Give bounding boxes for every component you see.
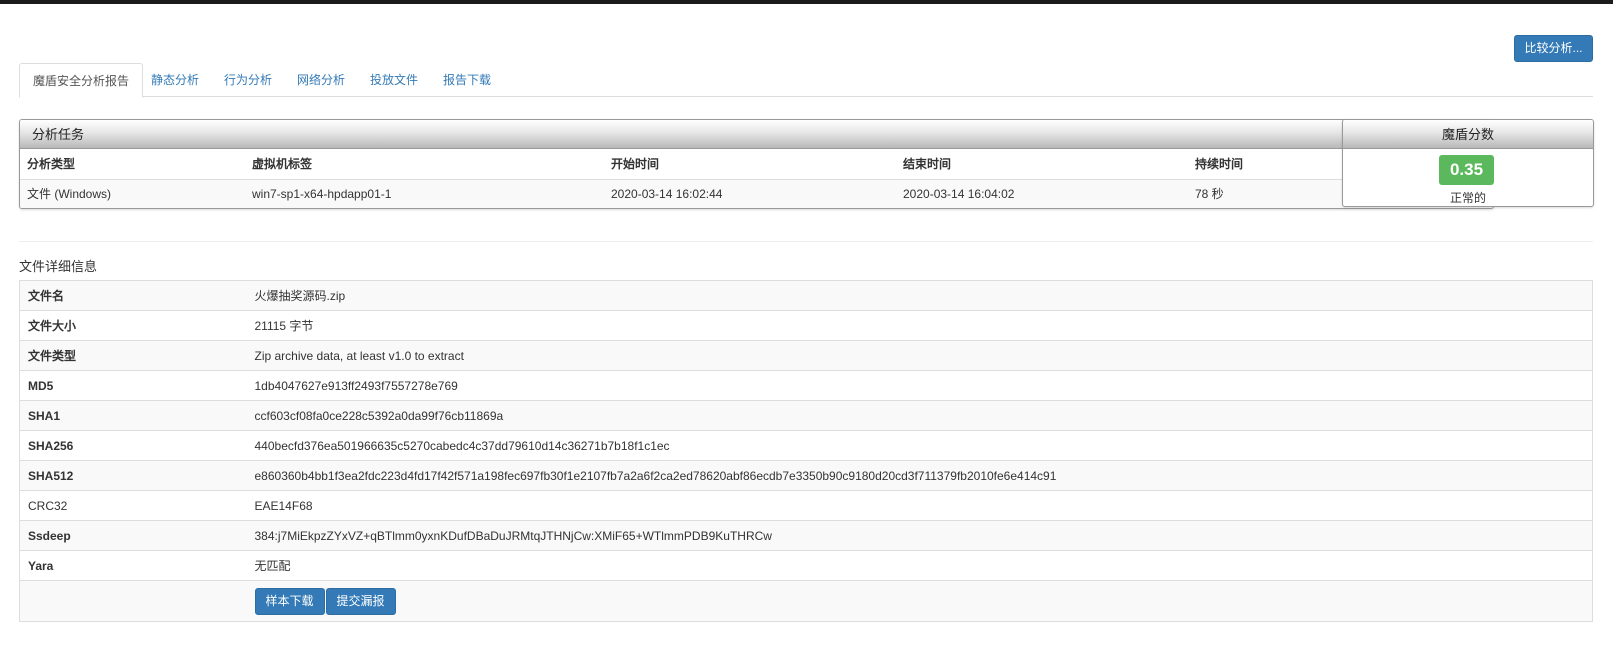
- cell-vm-label: win7-sp1-x64-hpdapp01-1: [245, 179, 604, 208]
- detail-value-filename: 火爆抽奖源码.zip: [253, 280, 1593, 311]
- detail-value-sha512: e860360b4bb1f3ea2fdc223d4fd17f42f571a198…: [253, 460, 1593, 491]
- top-bar: [0, 0, 1613, 4]
- detail-value-sha1: ccf603cf08fa0ce228c5392a0da99f76cb11869a: [253, 400, 1593, 431]
- tab-dropped-files[interactable]: 投放文件: [357, 63, 431, 97]
- report-tabs: 魔盾安全分析报告 静态分析 行为分析 网络分析 投放文件 报告下载: [19, 63, 1593, 98]
- detail-value-md5: 1db4047627e913ff2493f7557278e769: [253, 370, 1593, 401]
- detail-key: 文件名: [19, 280, 254, 311]
- analysis-task-table: 分析类型 虚拟机标签 开始时间 结束时间 持续时间 文件 (Windows) w…: [20, 149, 1493, 208]
- actions-cell: 样本下载 提交漏报: [253, 580, 1593, 622]
- detail-key: SHA256: [19, 430, 254, 461]
- tab-network-analysis[interactable]: 网络分析: [284, 63, 358, 97]
- score-title: 魔盾分数: [1343, 120, 1593, 149]
- table-row: Ssdeep 384:j7MiEkpzZYxVZ+qBTlmm0yxnKDufDB…: [19, 520, 1593, 551]
- table-row: SHA512 e860360b4bb1f3ea2fdc223d4fd17f42f5…: [19, 460, 1593, 491]
- table-row: 文件类型 Zip archive data, at least v1.0 to e…: [19, 340, 1593, 371]
- section-divider: [19, 241, 1593, 242]
- detail-value-sha256: 440becfd376ea501966635c5270cabedc4c37dd7…: [253, 430, 1593, 461]
- cell-end-time: 2020-03-14 16:04:02: [896, 179, 1188, 208]
- table-row: MD5 1db4047627e913ff2493f7557278e769: [19, 370, 1593, 401]
- file-details-table: 文件名 火爆抽奖源码.zip 文件大小 21115 字节 文件类型 Zip archi…: [19, 280, 1593, 622]
- table-row: SHA256 440becfd376ea501966635c5270cabedc4…: [19, 430, 1593, 461]
- detail-key: Yara: [19, 550, 254, 581]
- detail-key: 文件类型: [19, 340, 254, 371]
- detail-value-ssdeep: 384:j7MiEkpzZYxVZ+qBTlmm0yxnKDufDBaDuJRM…: [253, 520, 1593, 551]
- detail-key: CRC32: [19, 490, 254, 521]
- table-row: 文件名 火爆抽奖源码.zip: [19, 280, 1593, 311]
- tab-report[interactable]: 魔盾安全分析报告: [19, 63, 144, 98]
- col-start-time: 开始时间: [604, 149, 896, 180]
- tab-report-download[interactable]: 报告下载: [430, 63, 504, 97]
- col-vm-label: 虚拟机标签: [245, 149, 604, 180]
- tab-static-analysis[interactable]: 静态分析: [138, 63, 212, 97]
- detail-key: SHA1: [19, 400, 254, 431]
- detail-key: SHA512: [19, 460, 254, 491]
- col-end-time: 结束时间: [896, 149, 1188, 180]
- file-details-title: 文件详细信息: [19, 259, 98, 274]
- detail-key: MD5: [19, 370, 254, 401]
- tab-behavior-analysis[interactable]: 行为分析: [211, 63, 285, 97]
- table-row: 文件大小 21115 字节: [19, 310, 1593, 341]
- sample-download-button[interactable]: 样本下载: [254, 587, 325, 615]
- detail-value-crc32: EAE14F68: [253, 490, 1593, 521]
- analysis-task-panel: 分析任务 分析类型 虚拟机标签 开始时间 结束时间 持续时间 文件 (Windo…: [19, 119, 1494, 209]
- col-analysis-type: 分析类型: [20, 149, 245, 180]
- compare-analysis-button[interactable]: 比较分析...: [1514, 35, 1593, 62]
- score-label: 正常的: [1449, 191, 1486, 205]
- detail-key: 文件大小: [19, 310, 254, 341]
- detail-value-filetype: Zip archive data, at least v1.0 to extra…: [253, 340, 1593, 371]
- table-row: SHA1 ccf603cf08fa0ce228c5392a0da99f76cb11…: [19, 400, 1593, 431]
- cell-start-time: 2020-03-14 16:02:44: [604, 179, 896, 208]
- table-row: Yara 无匹配: [19, 550, 1593, 581]
- detail-value-filesize: 21115 字节: [253, 310, 1593, 341]
- report-false-negative-button[interactable]: 提交漏报: [325, 587, 396, 615]
- actions-spacer: [19, 580, 254, 622]
- score-badge: 0.35: [1439, 155, 1494, 185]
- actions-row: 样本下载 提交漏报: [19, 580, 1593, 622]
- table-row: 文件 (Windows) win7-sp1-x64-hpdapp01-1 202…: [20, 179, 1493, 208]
- score-panel: 魔盾分数 0.35 正常的: [1342, 119, 1594, 207]
- detail-key: Ssdeep: [19, 520, 254, 551]
- analysis-task-title: 分析任务: [20, 120, 1493, 149]
- table-row: CRC32 EAE14F68: [19, 490, 1593, 521]
- cell-analysis-type: 文件 (Windows): [20, 179, 245, 208]
- detail-value-yara: 无匹配: [253, 550, 1593, 581]
